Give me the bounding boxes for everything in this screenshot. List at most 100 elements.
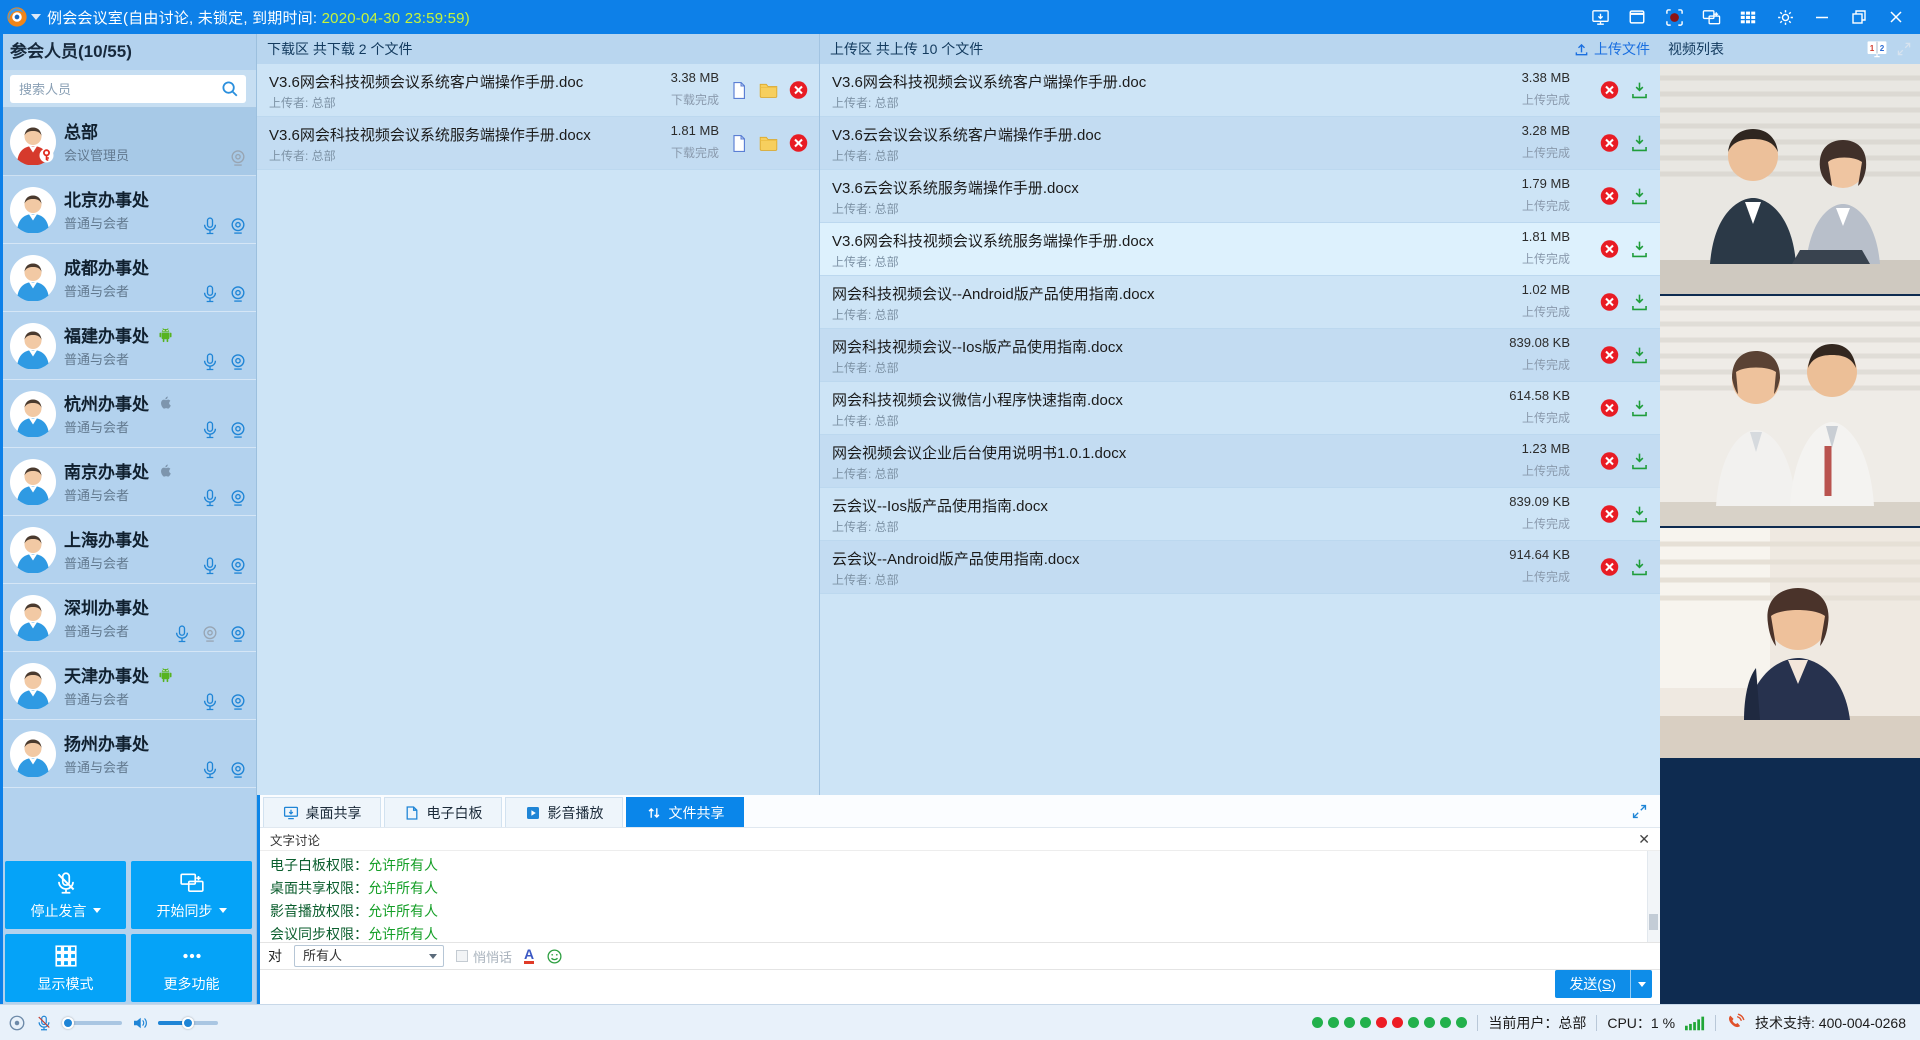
upload-file-row[interactable]: V3.6网会科技视频会议系统服务端操作手册.docx 上传者: 总部 1.81 … <box>820 223 1660 276</box>
delete-file-icon[interactable] <box>1599 80 1620 101</box>
download-file-row[interactable]: V3.6网会科技视频会议系统客户端操作手册.doc 上传者: 总部 3.38 M… <box>257 64 819 117</box>
mic-icon[interactable] <box>200 488 220 508</box>
chat-scrollbar[interactable] <box>1647 851 1660 942</box>
start-sync-button[interactable]: 开始同步 <box>131 861 252 929</box>
send-button[interactable]: 发送(S) <box>1555 970 1652 998</box>
camera-off-icon[interactable] <box>228 148 248 168</box>
upload-file-row[interactable]: 云会议--Ios版产品使用指南.docx 上传者: 总部 839.09 KB 上… <box>820 488 1660 541</box>
video-thumbnail[interactable] <box>1660 64 1920 296</box>
participant-row[interactable]: 扬州办事处 普通与会者 <box>0 720 256 788</box>
participant-row[interactable]: 杭州办事处 普通与会者 <box>0 380 256 448</box>
expand-panel-icon[interactable] <box>1631 803 1648 820</box>
send-options-caret[interactable] <box>1630 970 1652 998</box>
close-icon[interactable] <box>1886 7 1906 27</box>
dropdown-caret-icon[interactable] <box>93 908 101 913</box>
participant-row[interactable]: 成都办事处 普通与会者 <box>0 244 256 312</box>
camera-icon[interactable] <box>228 692 248 712</box>
open-file-icon[interactable] <box>729 80 749 100</box>
mic-icon[interactable] <box>200 420 220 440</box>
more-functions-button[interactable]: 更多功能 <box>131 934 252 1002</box>
audience-select[interactable]: 所有人 <box>294 945 444 967</box>
participant-row[interactable]: 福建办事处 普通与会者 <box>0 312 256 380</box>
mic-icon[interactable] <box>200 216 220 236</box>
download-file-icon[interactable] <box>1629 504 1650 525</box>
emoji-icon[interactable] <box>546 948 563 965</box>
delete-file-icon[interactable] <box>788 80 809 101</box>
menu-chevron-icon[interactable] <box>31 14 41 20</box>
whisper-checkbox[interactable]: 悄悄话 <box>456 947 512 966</box>
whiteboard-icon[interactable] <box>1627 7 1647 27</box>
upload-file-button[interactable]: 上传文件 <box>1574 39 1650 59</box>
delete-file-icon[interactable] <box>1599 345 1620 366</box>
delete-file-icon[interactable] <box>1599 186 1620 207</box>
video-expand-icon[interactable] <box>1896 41 1912 57</box>
video-thumbnail[interactable] <box>1660 528 1920 760</box>
open-folder-icon[interactable] <box>758 133 779 154</box>
screen-number-icon[interactable]: 12 <box>1866 40 1888 58</box>
delete-file-icon[interactable] <box>1599 557 1620 578</box>
settings-gear-icon[interactable] <box>1775 7 1795 27</box>
upload-file-row[interactable]: 网会科技视频会议--Ios版产品使用指南.docx 上传者: 总部 839.08… <box>820 329 1660 382</box>
mic-icon[interactable] <box>200 760 220 780</box>
delete-file-icon[interactable] <box>1599 239 1620 260</box>
camera-icon[interactable] <box>228 216 248 236</box>
camera-icon[interactable] <box>228 556 248 576</box>
mic-icon[interactable] <box>200 284 220 304</box>
layout-grid-icon[interactable] <box>1738 7 1758 27</box>
mic-volume-slider[interactable] <box>62 1021 122 1025</box>
search-input[interactable] <box>10 75 246 103</box>
upload-file-row[interactable]: 网会视频会议企业后台使用说明书1.0.1.docx 上传者: 总部 1.23 M… <box>820 435 1660 488</box>
chat-message-input[interactable]: 发送(S) <box>260 970 1660 1004</box>
minimize-icon[interactable] <box>1812 7 1832 27</box>
checkbox-icon[interactable] <box>456 950 468 962</box>
mic-icon[interactable] <box>200 556 220 576</box>
camera-icon[interactable] <box>228 624 248 644</box>
upload-file-row[interactable]: V3.6云会议系统服务端操作手册.docx 上传者: 总部 1.79 MB 上传… <box>820 170 1660 223</box>
upload-file-row[interactable]: 云会议--Android版产品使用指南.docx 上传者: 总部 914.64 … <box>820 541 1660 594</box>
delete-file-icon[interactable] <box>1599 504 1620 525</box>
download-file-icon[interactable] <box>1629 292 1650 313</box>
participant-row[interactable]: 南京办事处 普通与会者 <box>0 448 256 516</box>
camera-off-icon[interactable] <box>200 624 220 644</box>
dropdown-caret-icon[interactable] <box>219 908 227 913</box>
speaker-volume-slider[interactable] <box>158 1021 218 1025</box>
mic-icon[interactable] <box>200 692 220 712</box>
open-folder-icon[interactable] <box>758 80 779 101</box>
device-sync-icon[interactable] <box>1701 7 1721 27</box>
upload-file-row[interactable]: V3.6网会科技视频会议系统客户端操作手册.doc 上传者: 总部 3.38 M… <box>820 64 1660 117</box>
font-color-icon[interactable]: A <box>524 948 534 964</box>
mic-icon[interactable] <box>172 624 192 644</box>
download-file-row[interactable]: V3.6网会科技视频会议系统服务端操作手册.docx 上传者: 总部 1.81 … <box>257 117 819 170</box>
download-file-icon[interactable] <box>1629 133 1650 154</box>
download-file-icon[interactable] <box>1629 557 1650 578</box>
upload-file-row[interactable]: V3.6云会议会议系统客户端操作手册.doc 上传者: 总部 3.28 MB 上… <box>820 117 1660 170</box>
download-file-icon[interactable] <box>1629 345 1650 366</box>
stop-speaking-button[interactable]: 停止发言 <box>5 861 126 929</box>
participant-row[interactable]: 上海办事处 普通与会者 <box>0 516 256 584</box>
delete-file-icon[interactable] <box>1599 398 1620 419</box>
tab-file-share[interactable]: 文件共享 <box>626 797 744 827</box>
record-icon[interactable] <box>1664 7 1684 27</box>
download-file-icon[interactable] <box>1629 398 1650 419</box>
speaker-icon[interactable] <box>131 1014 149 1032</box>
scrollbar-thumb[interactable] <box>1649 914 1658 930</box>
participant-row[interactable]: 天津办事处 普通与会者 <box>0 652 256 720</box>
camera-icon[interactable] <box>228 420 248 440</box>
camera-icon[interactable] <box>228 488 248 508</box>
open-file-icon[interactable] <box>729 133 749 153</box>
camera-icon[interactable] <box>228 284 248 304</box>
chat-close-icon[interactable]: ✕ <box>1638 832 1650 846</box>
delete-file-icon[interactable] <box>1599 451 1620 472</box>
mic-muted-icon[interactable] <box>35 1014 53 1032</box>
display-mode-button[interactable]: 显示模式 <box>5 934 126 1002</box>
camera-icon[interactable] <box>228 760 248 780</box>
slider-handle[interactable] <box>62 1017 74 1029</box>
tab-whiteboard[interactable]: 电子白板 <box>384 797 502 827</box>
participant-row[interactable]: 深圳办事处 普通与会者 <box>0 584 256 652</box>
delete-file-icon[interactable] <box>1599 292 1620 313</box>
record-indicator-icon[interactable] <box>8 1014 26 1032</box>
maximize-icon[interactable] <box>1849 7 1869 27</box>
download-file-icon[interactable] <box>1629 80 1650 101</box>
slider-handle[interactable] <box>182 1017 194 1029</box>
camera-icon[interactable] <box>228 352 248 372</box>
